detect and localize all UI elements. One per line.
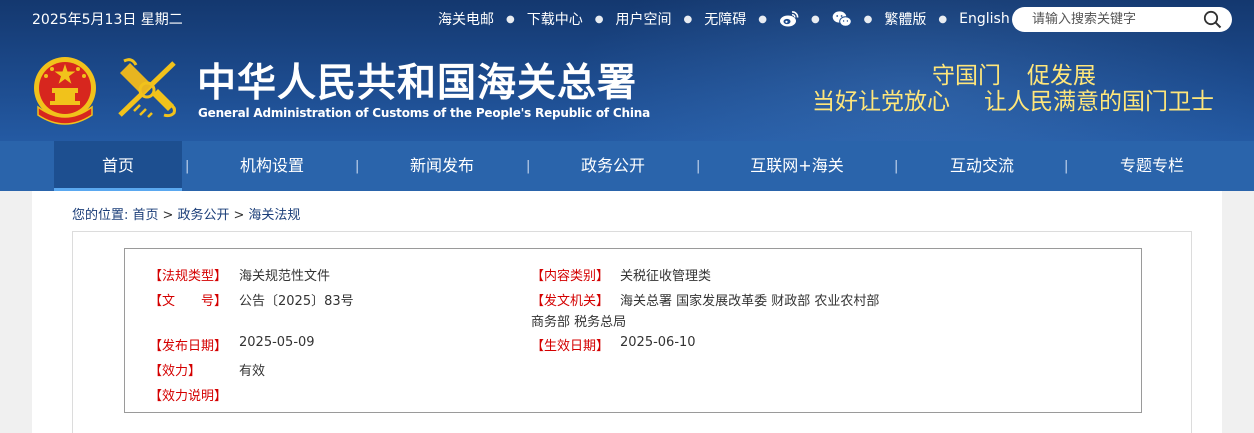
content-page: 您的位置: 首页 > 政务公开 > 海关法规 【法规类型】 海关规范性文件 【内容类别】… [32, 191, 1222, 433]
search-box [1012, 7, 1232, 32]
breadcrumb-prefix: 您的位置: [72, 208, 129, 223]
label-regulation-type: 【法规类型】 [149, 269, 228, 284]
separator-dot: ● [863, 13, 873, 25]
slogan-line-2: 当好让党放心 让人民满意的国门卫士 [812, 82, 1214, 116]
breadcrumb-customs-regulations[interactable]: 海关法规 [248, 208, 300, 223]
nav-item-gov-affairs[interactable]: 政务公开 [553, 141, 673, 191]
nav-separator: | [1064, 159, 1069, 174]
separator-dot: ● [758, 13, 767, 25]
label-content-category: 【内容类别】 [531, 269, 610, 284]
nav-separator: | [894, 159, 899, 174]
site-header: 2025年5月13日 星期二 海关电邮 ● 下载中心 ● 用户空间 ● 无障碍 … [0, 0, 1254, 141]
separator-dot: ● [594, 13, 604, 25]
nav-item-organization[interactable]: 机构设置 [212, 141, 332, 191]
breadcrumb-home[interactable]: 首页 [133, 208, 159, 223]
label-publish-date: 【发布日期】 [149, 339, 228, 354]
value-content-category: 关税征收管理类 [620, 269, 712, 284]
separator-dot: ● [683, 13, 693, 25]
label-issuing-authority: 【发文机关】 [531, 294, 610, 309]
separator-dot: ● [506, 13, 515, 25]
breadcrumb: 您的位置: 首页 > 政务公开 > 海关法规 [72, 204, 300, 223]
link-traditional-chinese[interactable]: 繁體版 [884, 9, 926, 29]
value-publish-date: 2025-05-09 [239, 335, 315, 350]
nav-item-home[interactable]: 首页 [54, 141, 182, 191]
link-download-center[interactable]: 下载中心 [527, 9, 583, 29]
nav-item-internet-customs[interactable]: 互联网+海关 [727, 141, 867, 191]
top-links-bar: 海关电邮 ● 下载中心 ● 用户空间 ● 无障碍 ● ● ● 繁體版 ● Eng… [438, 9, 1010, 29]
value-regulation-type: 海关规范性文件 [239, 269, 331, 284]
value-validity: 有效 [239, 364, 266, 379]
link-accessibility[interactable]: 无障碍 [704, 9, 746, 29]
label-validity-note: 【效力说明】 [149, 389, 228, 404]
breadcrumb-separator: > [233, 208, 245, 223]
search-input[interactable] [1032, 10, 1192, 29]
nav-separator: | [526, 159, 531, 174]
link-english[interactable]: English [959, 11, 1010, 27]
search-icon[interactable] [1203, 10, 1222, 29]
separator-dot: ● [810, 13, 820, 25]
value-effective-date: 2025-06-10 [620, 335, 696, 350]
national-emblem-icon[interactable] [32, 55, 98, 125]
nav-item-interaction[interactable]: 互动交流 [922, 141, 1042, 191]
customs-logo-icon[interactable] [112, 55, 182, 125]
nav-separator: | [185, 159, 190, 174]
breadcrumb-gov-affairs[interactable]: 政务公开 [177, 208, 229, 223]
label-validity: 【效力】 [149, 364, 202, 379]
nav-item-special-topics[interactable]: 专题专栏 [1092, 141, 1212, 191]
current-date: 2025年5月13日 星期二 [32, 12, 183, 28]
content-panel: 【法规类型】 海关规范性文件 【内容类别】 关税征收管理类 【文 号】 公告〔2… [72, 231, 1192, 433]
regulation-info-box: 【法规类型】 海关规范性文件 【内容类别】 关税征收管理类 【文 号】 公告〔2… [124, 248, 1142, 413]
wechat-icon[interactable] [832, 10, 852, 28]
breadcrumb-separator: > [162, 208, 174, 223]
main-nav: 首页 | 机构设置 | 新闻发布 | 政务公开 | 互联网+海关 | 互动交流 … [0, 141, 1254, 191]
nav-separator: | [696, 159, 701, 174]
slogan-part: 让人民满意的国门卫士 [984, 89, 1214, 115]
separator-dot: ● [938, 13, 948, 25]
nav-item-news[interactable]: 新闻发布 [382, 141, 502, 191]
weibo-icon[interactable] [779, 10, 799, 28]
value-issuing-authority: 海关总署 国家发展改革委 财政部 农业农村部 [620, 294, 880, 309]
site-title-en: General Administration of Customs of the… [198, 106, 650, 120]
site-title-cn: 中华人民共和国海关总署 [197, 60, 638, 106]
nav-separator: | [355, 159, 360, 174]
link-customs-email[interactable]: 海关电邮 [438, 9, 494, 29]
label-effective-date: 【生效日期】 [531, 339, 610, 354]
label-document-number: 【文 号】 [149, 294, 228, 309]
link-user-space[interactable]: 用户空间 [615, 9, 671, 29]
value-issuing-authority-cont: 商务部 税务总局 [531, 315, 627, 330]
value-document-number: 公告〔2025〕83号 [239, 294, 354, 309]
slogan-part: 当好让党放心 [812, 89, 950, 115]
